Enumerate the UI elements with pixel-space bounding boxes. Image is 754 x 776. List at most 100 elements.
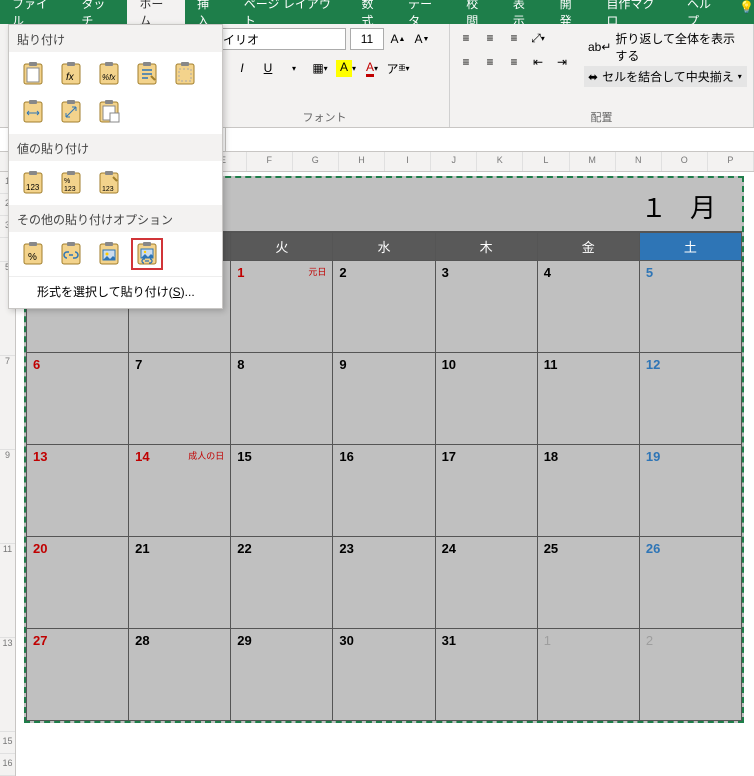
calendar-cell[interactable]: 21	[129, 537, 231, 629]
calendar-cell[interactable]: 16	[333, 445, 435, 537]
paste-keep-source-fmt-button[interactable]	[131, 58, 163, 90]
paste-values-button[interactable]: 123	[17, 167, 49, 199]
indent-increase-button[interactable]: ⇥	[552, 52, 572, 72]
calendar-cell[interactable]: 3	[435, 261, 537, 353]
tab-insert[interactable]: 挿入	[185, 0, 232, 24]
tab-macros[interactable]: 自作マクロ	[594, 0, 675, 24]
calendar-cell[interactable]: 17	[435, 445, 537, 537]
calendar-cell[interactable]: 2	[333, 261, 435, 353]
paste-linked-picture-button[interactable]	[131, 238, 163, 270]
wrap-text-button[interactable]: ab↵折り返して全体を表示する	[584, 28, 747, 66]
calendar-cell[interactable]: 9	[333, 353, 435, 445]
col-header[interactable]: K	[477, 152, 523, 171]
paste-no-borders-button[interactable]	[169, 58, 201, 90]
phonetic-button[interactable]: ア亜▾	[388, 58, 408, 78]
tab-help[interactable]: ヘルプ	[675, 0, 733, 24]
calendar-cell[interactable]: 25	[537, 537, 639, 629]
indent-decrease-button[interactable]: ⇤	[528, 52, 548, 72]
col-header[interactable]: O	[662, 152, 708, 171]
col-header[interactable]: G	[293, 152, 339, 171]
tab-home[interactable]: ホーム	[127, 0, 185, 24]
tab-developer[interactable]: 開発	[548, 0, 595, 24]
fill-color-button[interactable]: A▾	[336, 58, 356, 78]
shrink-font-button[interactable]: A▼	[412, 29, 432, 49]
paste-link-button[interactable]	[55, 238, 87, 270]
align-top-button[interactable]: ≡	[456, 28, 476, 48]
calendar-cell[interactable]: 10	[435, 353, 537, 445]
col-header[interactable]: M	[570, 152, 616, 171]
tell-me-icon[interactable]: 💡	[739, 0, 754, 24]
calendar-cell[interactable]: 8	[231, 353, 333, 445]
calendar-cell[interactable]: 29	[231, 629, 333, 721]
tab-pagelayout[interactable]: ページ レイアウト	[232, 0, 350, 24]
col-header[interactable]: N	[616, 152, 662, 171]
calendar-cell[interactable]: 26	[639, 537, 741, 629]
calendar-cell[interactable]: 22	[231, 537, 333, 629]
align-left-button[interactable]: ≡	[456, 52, 476, 72]
align-middle-button[interactable]: ≡	[480, 28, 500, 48]
font-name-select[interactable]	[206, 28, 346, 50]
paste-formulas-button[interactable]: fx	[55, 58, 87, 90]
paste-formatting-button[interactable]: %	[17, 238, 49, 270]
align-bottom-button[interactable]: ≡	[504, 28, 524, 48]
calendar-cell[interactable]: 23	[333, 537, 435, 629]
calendar-cell[interactable]: 30	[333, 629, 435, 721]
col-header[interactable]: F	[247, 152, 293, 171]
svg-text:%: %	[28, 252, 37, 263]
paste-formulas-numfmt-button[interactable]: %fx	[93, 58, 125, 90]
calendar-cell[interactable]: 2	[639, 629, 741, 721]
col-header[interactable]: L	[523, 152, 569, 171]
tab-touch[interactable]: タッチ	[69, 0, 127, 24]
paste-values-numfmt-button[interactable]: %123	[55, 167, 87, 199]
chevron-down-icon[interactable]: ▾	[284, 58, 304, 78]
calendar-cell[interactable]: 18	[537, 445, 639, 537]
font-size-select[interactable]	[350, 28, 384, 50]
col-header[interactable]: I	[385, 152, 431, 171]
calendar-cell[interactable]: 7	[129, 353, 231, 445]
calendar-cell[interactable]: 1元日	[231, 261, 333, 353]
calendar-cell[interactable]: 27	[27, 629, 129, 721]
calendar-cell[interactable]: 20	[27, 537, 129, 629]
weekday-header: 火	[231, 233, 333, 261]
paste-picture-button[interactable]	[93, 238, 125, 270]
grow-font-button[interactable]: A▲	[388, 29, 408, 49]
col-header[interactable]: P	[708, 152, 754, 171]
calendar-cell[interactable]: 28	[129, 629, 231, 721]
svg-text:fx: fx	[66, 72, 75, 83]
paste-merge-cond-fmt-button[interactable]	[93, 96, 125, 128]
calendar-cell[interactable]: 24	[435, 537, 537, 629]
orientation-button[interactable]: ⤢▾	[528, 28, 548, 48]
calendar-cell[interactable]: 12	[639, 353, 741, 445]
paste-values-sourcefmt-button[interactable]: 123	[93, 167, 125, 199]
calendar-cell[interactable]: 5	[639, 261, 741, 353]
tab-file[interactable]: ファイル	[0, 0, 69, 24]
align-right-button[interactable]: ≡	[504, 52, 524, 72]
underline-button[interactable]: U	[258, 58, 278, 78]
font-color-button[interactable]: A▾	[362, 58, 382, 78]
calendar-cell[interactable]: 19	[639, 445, 741, 537]
col-header[interactable]: H	[339, 152, 385, 171]
calendar-cell[interactable]: 4	[537, 261, 639, 353]
border-button[interactable]: ▦▾	[310, 58, 330, 78]
calendar-cell[interactable]: 13	[27, 445, 129, 537]
tab-review[interactable]: 校閲	[454, 0, 501, 24]
calendar-cell[interactable]: 1	[537, 629, 639, 721]
paste-transpose-button[interactable]	[55, 96, 87, 128]
calendar-cell[interactable]: 31	[435, 629, 537, 721]
calendar-cell[interactable]: 15	[231, 445, 333, 537]
col-header[interactable]: J	[431, 152, 477, 171]
calendar-cell[interactable]: 6	[27, 353, 129, 445]
align-center-button[interactable]: ≡	[480, 52, 500, 72]
calendar-cell[interactable]: 11	[537, 353, 639, 445]
paste-special-button[interactable]: 形式を選択して貼り付け(S)...	[9, 276, 222, 308]
formula-input[interactable]	[226, 128, 754, 151]
paste-keep-colwidth-button[interactable]	[17, 96, 49, 128]
merge-center-button[interactable]: ⬌セルを結合して中央揃え▾	[584, 66, 747, 87]
tab-view[interactable]: 表示	[501, 0, 548, 24]
calendar-cell[interactable]: 14成人の日	[129, 445, 231, 537]
italic-button[interactable]: I	[232, 58, 252, 78]
tab-formulas[interactable]: 数式	[349, 0, 396, 24]
tab-data[interactable]: データ	[396, 0, 454, 24]
svg-text:%fx: %fx	[102, 73, 116, 82]
paste-all-button[interactable]	[17, 58, 49, 90]
